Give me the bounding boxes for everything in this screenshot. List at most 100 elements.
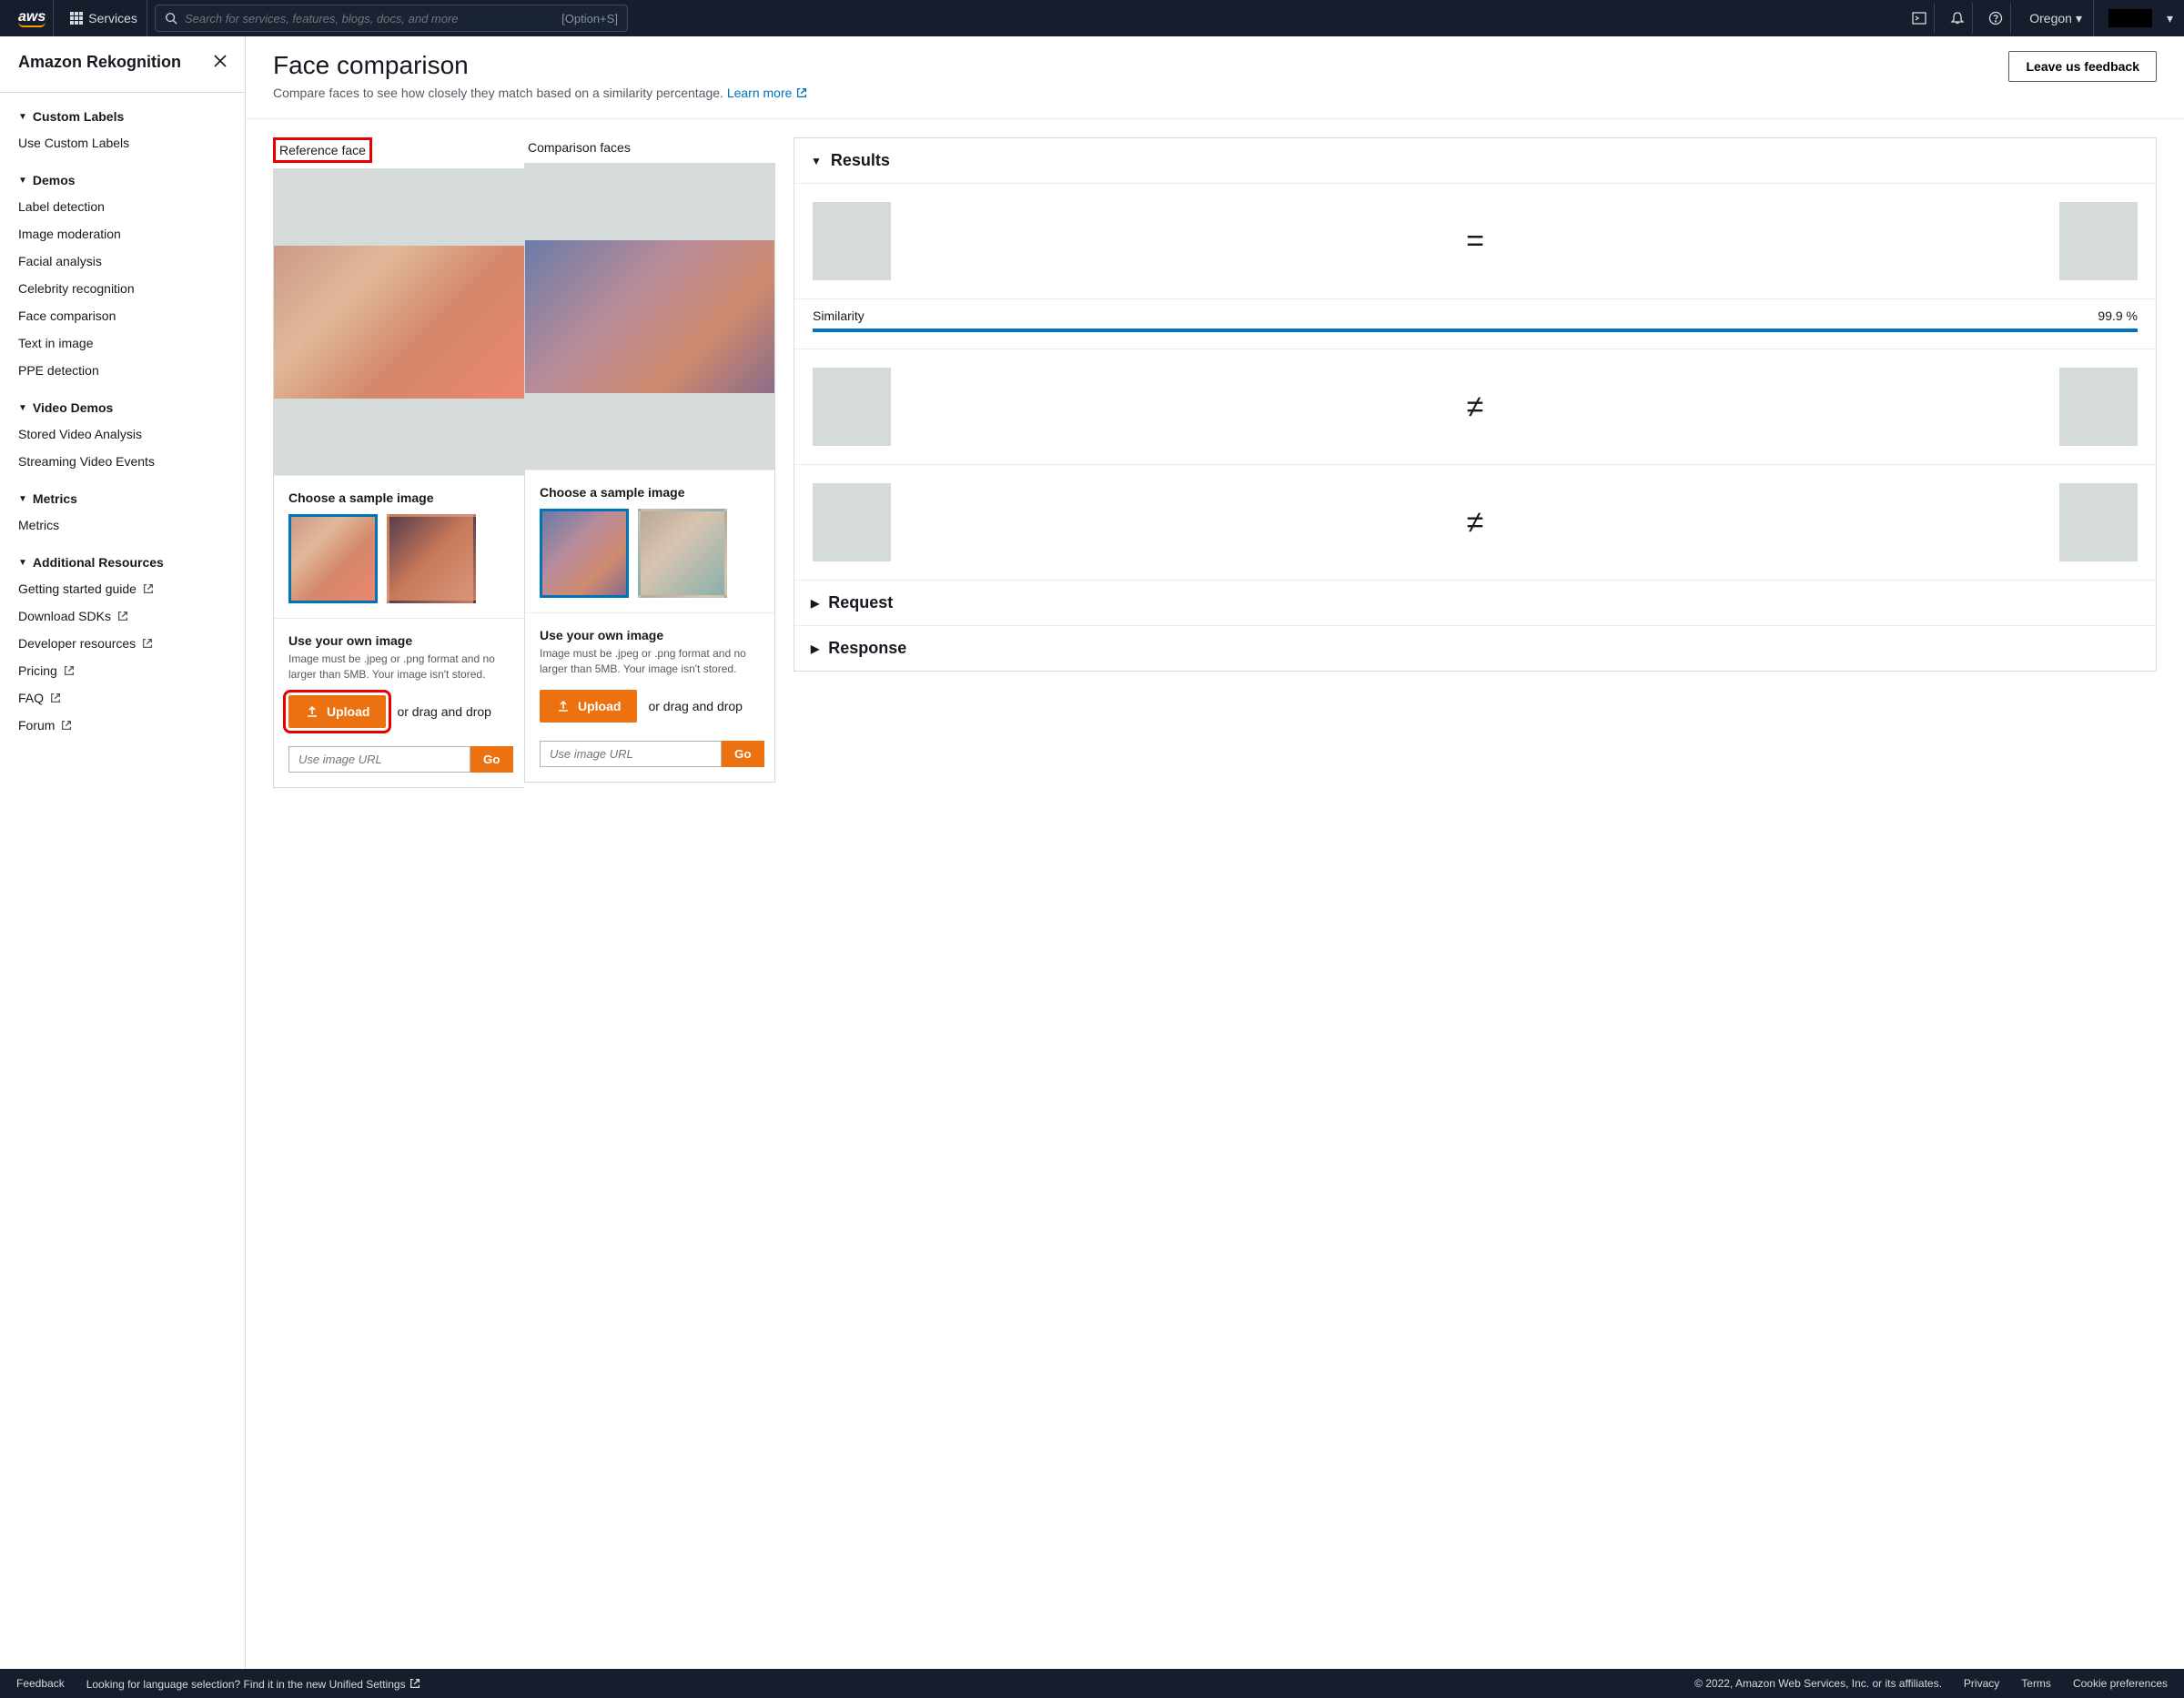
sidebar-item-pricing[interactable]: Pricing [18, 657, 227, 684]
footer-copyright: © 2022, Amazon Web Services, Inc. or its… [1694, 1677, 1942, 1690]
response-toggle[interactable]: ▶ Response [794, 626, 2156, 671]
learn-more-link[interactable]: Learn more [727, 86, 808, 100]
sidebar-item-developer-resources[interactable]: Developer resources [18, 630, 227, 657]
footer-privacy-link[interactable]: Privacy [1964, 1677, 1999, 1690]
notifications-button[interactable] [1942, 3, 1973, 34]
footer-terms-link[interactable]: Terms [2021, 1677, 2051, 1690]
sidebar-close-button[interactable] [214, 55, 227, 70]
services-label: Services [88, 11, 137, 25]
global-search[interactable]: [Option+S] [155, 5, 628, 32]
external-link-icon [60, 719, 73, 732]
cloudshell-button[interactable] [1904, 3, 1935, 34]
comparison-sample-thumb-2[interactable] [638, 509, 727, 598]
result-target-face [2059, 483, 2138, 561]
external-link-icon [142, 582, 155, 595]
request-toggle[interactable]: ▶ Request [794, 580, 2156, 626]
external-link-icon [141, 637, 154, 650]
reference-own-heading: Use your own image [288, 633, 510, 648]
result-match-1: = Similarity 99.9 % [794, 184, 2156, 349]
comparison-own-hint: Image must be .jpeg or .png format and n… [540, 646, 760, 677]
result-source-face [813, 483, 891, 561]
sidebar-item-faq[interactable]: FAQ [18, 684, 227, 712]
caret-down-icon: ▼ [18, 558, 27, 568]
search-shortcut-hint: [Option+S] [561, 12, 618, 25]
sidebar-item-getting-started-guide[interactable]: Getting started guide [18, 575, 227, 602]
sidebar-item-forum[interactable]: Forum [18, 712, 227, 739]
result-source-face [813, 202, 891, 280]
external-link-icon [116, 610, 129, 622]
external-link-icon [795, 86, 808, 99]
sidebar-section-additional-resources[interactable]: ▼Additional Resources [18, 555, 227, 570]
comparison-url-input[interactable] [540, 741, 722, 767]
reference-preview-image [274, 246, 524, 399]
results-panel: ▼ Results = Similarity 99.9 % [794, 137, 2157, 672]
region-selector[interactable]: Oregon ▾ [2018, 0, 2094, 36]
services-grid-icon [70, 12, 83, 25]
external-link-icon [409, 1677, 421, 1690]
caret-down-icon: ▼ [18, 112, 27, 122]
main-content: Face comparison Compare faces to see how… [246, 36, 2184, 1669]
aws-logo[interactable]: aws [11, 0, 54, 36]
leave-feedback-button[interactable]: Leave us feedback [2008, 51, 2157, 82]
footer-unified-settings-link[interactable]: Unified Settings [329, 1678, 406, 1691]
search-icon [165, 12, 177, 25]
sidebar-item-use-custom-labels[interactable]: Use Custom Labels [18, 129, 227, 157]
sidebar-item-image-moderation[interactable]: Image moderation [18, 220, 227, 248]
sidebar-item-text-in-image[interactable]: Text in image [18, 329, 227, 357]
help-icon [1988, 11, 2003, 25]
sidebar-item-stored-video-analysis[interactable]: Stored Video Analysis [18, 420, 227, 448]
sidebar-section-metrics[interactable]: ▼Metrics [18, 491, 227, 506]
equals-icon: = [1457, 224, 1493, 259]
footer-cookie-link[interactable]: Cookie preferences [2073, 1677, 2168, 1690]
result-target-face [2059, 368, 2138, 446]
reference-preview [274, 169, 524, 475]
results-toggle[interactable]: ▼ Results [794, 138, 2156, 184]
similarity-bar [813, 328, 2138, 332]
top-navigation: aws Services [Option+S] Oregon ▾ ▾ [0, 0, 2184, 36]
result-nomatch-1: ≠ [794, 349, 2156, 465]
reference-sample-thumb-2[interactable] [387, 514, 476, 603]
result-nomatch-2: ≠ [794, 465, 2156, 580]
sidebar-item-streaming-video-events[interactable]: Streaming Video Events [18, 448, 227, 475]
sidebar-section-demos[interactable]: ▼Demos [18, 173, 227, 187]
comparison-preview-image [525, 240, 774, 393]
sidebar-item-label-detection[interactable]: Label detection [18, 193, 227, 220]
reference-face-panel: Reference face Choose a sample image [273, 137, 524, 788]
account-menu[interactable] [2108, 9, 2152, 27]
sidebar-section-video-demos[interactable]: ▼Video Demos [18, 400, 227, 415]
sidebar-item-metrics[interactable]: Metrics [18, 511, 227, 539]
similarity-label: Similarity [813, 308, 864, 323]
footer-feedback-link[interactable]: Feedback [16, 1677, 65, 1690]
sidebar-item-facial-analysis[interactable]: Facial analysis [18, 248, 227, 275]
sidebar-item-download-sdks[interactable]: Download SDKs [18, 602, 227, 630]
sidebar-item-face-comparison[interactable]: Face comparison [18, 302, 227, 329]
result-source-face [813, 368, 891, 446]
reference-face-label: Reference face [273, 137, 372, 163]
upload-icon [556, 699, 571, 713]
comparison-sample-thumb-1[interactable] [540, 509, 629, 598]
services-menu-button[interactable]: Services [61, 0, 147, 36]
caret-right-icon: ▶ [811, 642, 819, 655]
sidebar-title: Amazon Rekognition [18, 53, 181, 72]
upload-icon [305, 704, 319, 719]
help-button[interactable] [1980, 3, 2011, 34]
sidebar: Amazon Rekognition ▼Custom Labels Use Cu… [0, 36, 246, 1669]
reference-url-go-button[interactable]: Go [470, 746, 513, 773]
sidebar-section-custom-labels[interactable]: ▼Custom Labels [18, 109, 227, 124]
comparison-preview [525, 164, 774, 470]
reference-own-hint: Image must be .jpeg or .png format and n… [288, 652, 510, 682]
close-icon [214, 55, 227, 67]
sidebar-item-celebrity-recognition[interactable]: Celebrity recognition [18, 275, 227, 302]
not-equals-icon: ≠ [1457, 505, 1493, 541]
reference-upload-button[interactable]: Upload [288, 695, 386, 728]
comparison-url-go-button[interactable]: Go [722, 741, 764, 767]
comparison-drag-text: or drag and drop [648, 699, 743, 713]
comparison-upload-button[interactable]: Upload [540, 690, 637, 723]
page-title: Face comparison [273, 51, 808, 80]
reference-sample-thumb-1[interactable] [288, 514, 378, 603]
caret-down-icon: ▼ [18, 403, 27, 413]
sidebar-item-ppe-detection[interactable]: PPE detection [18, 357, 227, 384]
page-description: Compare faces to see how closely they ma… [273, 86, 808, 100]
search-input[interactable] [185, 12, 554, 25]
reference-url-input[interactable] [288, 746, 470, 773]
